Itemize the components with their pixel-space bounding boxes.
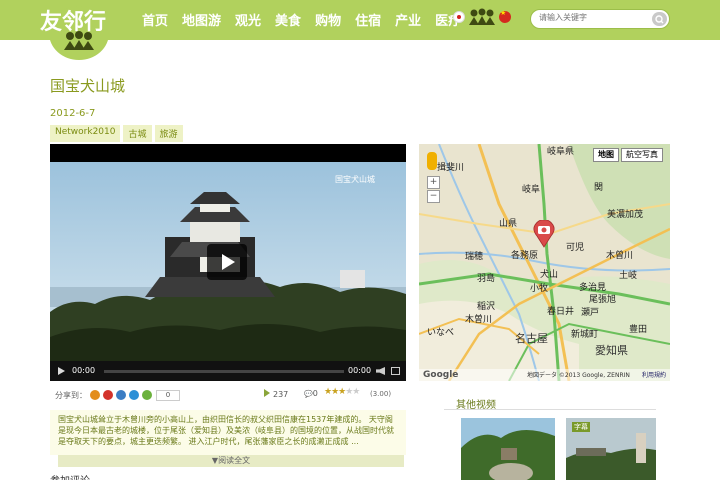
map-label: 尾張旭 xyxy=(589,295,617,305)
nav-industry[interactable]: 产业 xyxy=(395,10,421,29)
share-tencent-icon[interactable] xyxy=(116,390,126,400)
comment-count-value: 0 xyxy=(312,389,318,398)
nav-sightseeing[interactable]: 观光 xyxy=(235,10,261,29)
map-footer: Google 地図データ ©2013 Google, ZENRIN 利用規約 xyxy=(419,369,670,381)
map-label: 豊田 xyxy=(629,325,648,335)
map-label: 愛知県 xyxy=(595,344,628,357)
play-button[interactable] xyxy=(207,244,247,280)
progress-bar[interactable] xyxy=(104,370,344,373)
nav-home[interactable]: 首页 xyxy=(142,10,168,29)
location-map[interactable]: 岐阜県 揖斐川 岐阜 関 美濃加茂 山県 各務原 可児 瑞穂 羽島 犬山 小牧 … xyxy=(419,144,670,381)
map-label: 岐阜 xyxy=(522,185,541,195)
map-label: 小牧 xyxy=(530,284,549,294)
nav-lodging[interactable]: 住宿 xyxy=(355,10,381,29)
map-label: 関 xyxy=(594,183,604,193)
share-renren-icon[interactable] xyxy=(129,390,139,400)
share-more-icon[interactable] xyxy=(142,390,152,400)
view-count: 237 xyxy=(264,389,288,399)
map-label: 可児 xyxy=(566,243,585,253)
subtitle-badge: 字幕 xyxy=(572,422,590,432)
search-input[interactable] xyxy=(539,13,649,22)
map-label: 木曽川 xyxy=(465,315,493,325)
tag-list: Network2010 古城 旅游 xyxy=(50,125,186,142)
tag-ancient-castle[interactable]: 古城 xyxy=(123,125,152,142)
mascot-icon xyxy=(469,8,495,25)
map-label: 新城町 xyxy=(571,330,599,340)
main-nav: 首页 地图游 观光 美食 购物 住宿 产业 医疗 xyxy=(142,10,475,29)
share-qzone-icon[interactable] xyxy=(90,390,100,400)
comment-count: 💬0 xyxy=(304,389,318,398)
divider xyxy=(444,409,656,410)
zoom-out-button[interactable]: − xyxy=(427,190,440,203)
play-icon[interactable] xyxy=(58,367,65,375)
map-terms-link[interactable]: 利用規約 xyxy=(642,370,666,379)
camera-pin-icon[interactable] xyxy=(532,220,556,248)
publish-date: 2012-6-7 xyxy=(50,108,96,119)
thumbnail-image xyxy=(461,418,555,480)
tag-travel[interactable]: 旅游 xyxy=(154,125,183,142)
views-icon xyxy=(264,389,270,397)
read-more-button[interactable]: ▼阅读全文 xyxy=(58,455,404,467)
japan-flag-icon[interactable] xyxy=(453,11,465,23)
current-time: 00:00 xyxy=(72,366,96,375)
map-type-button[interactable]: 地图 xyxy=(593,148,619,162)
video-thumbnail[interactable]: 字幕 xyxy=(566,418,656,480)
share-label: 分享到： xyxy=(55,390,87,400)
page-title: 国宝犬山城 xyxy=(50,77,126,95)
search-box xyxy=(530,9,670,29)
video-thumbnail[interactable] xyxy=(461,418,555,480)
video-description: 国宝犬山城耸立于木曾川旁的小高山上，由织田信长的叔父织田信康在1537年建成的。… xyxy=(50,410,406,455)
fullscreen-icon[interactable] xyxy=(391,367,400,375)
map-copyright: 地図データ ©2013 Google, ZENRIN xyxy=(527,372,630,379)
street-view-pegman-icon[interactable] xyxy=(427,152,437,170)
map-label: 岐阜県 xyxy=(547,147,575,157)
video-controls: 00:00 00:00 xyxy=(50,361,406,381)
rating-value: (3.00) xyxy=(370,390,392,398)
zoom-in-button[interactable]: + xyxy=(427,176,440,189)
map-label: 名古屋 xyxy=(515,332,548,345)
volume-icon[interactable] xyxy=(376,367,385,375)
map-label: 瀬戸 xyxy=(581,308,600,318)
view-count-value: 237 xyxy=(273,390,289,399)
total-time: 00:00 xyxy=(348,366,372,375)
satellite-type-button[interactable]: 航空写真 xyxy=(621,148,663,162)
map-label: 美濃加茂 xyxy=(607,210,644,220)
nav-map-tour[interactable]: 地图游 xyxy=(182,10,221,29)
search-icon xyxy=(655,15,664,24)
map-label: 犬山 xyxy=(540,270,559,280)
tag-network2010[interactable]: Network2010 xyxy=(50,125,121,142)
map-label: 揖斐川 xyxy=(437,163,465,173)
nav-shopping[interactable]: 购物 xyxy=(315,10,341,29)
map-label: 春日井 xyxy=(547,307,575,317)
map-label: 木曾川 xyxy=(606,251,634,261)
video-player[interactable]: 国宝犬山城 00:00 00:00 xyxy=(50,144,406,381)
map-label: いなべ xyxy=(427,328,455,338)
video-watermark: 国宝犬山城 xyxy=(335,175,375,184)
comment-section-title: 参加评论 xyxy=(50,472,90,480)
logo-mascot-icon xyxy=(64,31,94,50)
google-logo: Google xyxy=(423,370,459,380)
map-label: 瑞穂 xyxy=(465,252,484,262)
map-label: 羽島 xyxy=(477,274,496,284)
share-weibo-icon[interactable] xyxy=(103,390,113,400)
map-label: 稲沢 xyxy=(477,302,496,312)
map-label: 山県 xyxy=(499,219,518,229)
nav-food[interactable]: 美食 xyxy=(275,10,301,29)
comment-icon: 💬 xyxy=(304,390,313,398)
share-count: 0 xyxy=(156,389,180,401)
star-rating[interactable]: ★★★★★ xyxy=(324,387,360,397)
map-label: 各務原 xyxy=(511,251,539,261)
map-label: 土岐 xyxy=(619,271,638,281)
search-button[interactable] xyxy=(652,12,667,26)
china-flag-icon[interactable] xyxy=(499,9,511,23)
